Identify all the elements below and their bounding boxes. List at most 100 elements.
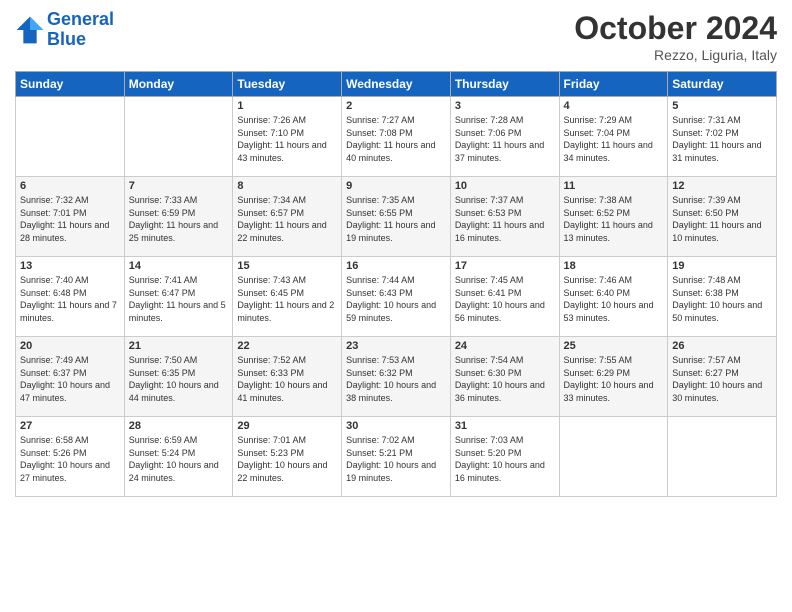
col-header-tuesday: Tuesday (233, 72, 342, 97)
day-info: Sunrise: 7:46 AM Sunset: 6:40 PM Dayligh… (564, 274, 664, 324)
day-info: Sunrise: 7:02 AM Sunset: 5:21 PM Dayligh… (346, 434, 446, 484)
day-cell: 15Sunrise: 7:43 AM Sunset: 6:45 PM Dayli… (233, 257, 342, 337)
logo: General Blue (15, 10, 114, 50)
day-number: 28 (129, 420, 229, 432)
day-cell: 25 Sunrise: 7:55 AM Sunset: 6:29 PM Dayli… (559, 337, 668, 417)
day-info: Sunrise: 7:43 AM Sunset: 6:45 PM Dayligh… (237, 274, 337, 324)
day-number: 3 (455, 100, 555, 112)
week-row-1: 1Sunrise: 7:26 AM Sunset: 7:10 PM Daylig… (16, 97, 777, 177)
day-cell: 27 Sunrise: 6:58 AM Sunset: 5:26 PM Dayli… (16, 417, 125, 497)
day-number: 18 (564, 260, 664, 272)
day-number: 13 (20, 260, 120, 272)
day-cell: 14Sunrise: 7:41 AM Sunset: 6:47 PM Dayli… (124, 257, 233, 337)
day-cell: 20Sunrise: 7:49 AM Sunset: 6:37 PM Dayli… (16, 337, 125, 417)
day-number: 27 (20, 420, 120, 432)
col-header-friday: Friday (559, 72, 668, 97)
day-cell: 21 Sunrise: 7:50 AM Sunset: 6:35 PM Dayli… (124, 337, 233, 417)
day-number: 8 (237, 180, 337, 192)
col-header-thursday: Thursday (450, 72, 559, 97)
day-cell: 2Sunrise: 7:27 AM Sunset: 7:08 PM Daylig… (342, 97, 451, 177)
day-cell: 29 Sunrise: 7:01 AM Sunset: 5:23 PM Dayli… (233, 417, 342, 497)
day-cell: 5 Sunrise: 7:31 AM Sunset: 7:02 PM Daylig… (668, 97, 777, 177)
day-cell: 24 Sunrise: 7:54 AM Sunset: 6:30 PM Dayli… (450, 337, 559, 417)
col-header-monday: Monday (124, 72, 233, 97)
day-number: 10 (455, 180, 555, 192)
day-cell: 18 Sunrise: 7:46 AM Sunset: 6:40 PM Dayli… (559, 257, 668, 337)
col-header-sunday: Sunday (16, 72, 125, 97)
day-number: 12 (672, 180, 772, 192)
day-info: Sunrise: 7:53 AM Sunset: 6:32 PM Dayligh… (346, 354, 446, 404)
day-cell (559, 417, 668, 497)
page: General Blue October 2024 Rezzo, Liguria… (0, 0, 792, 612)
day-info: Sunrise: 7:54 AM Sunset: 6:30 PM Dayligh… (455, 354, 555, 404)
day-info: Sunrise: 7:50 AM Sunset: 6:35 PM Dayligh… (129, 354, 229, 404)
day-info: Sunrise: 7:28 AM Sunset: 7:06 PM Dayligh… (455, 114, 555, 164)
day-number: 7 (129, 180, 229, 192)
week-row-2: 6 Sunrise: 7:32 AM Sunset: 7:01 PM Daylig… (16, 177, 777, 257)
day-cell: 31Sunrise: 7:03 AM Sunset: 5:20 PM Dayli… (450, 417, 559, 497)
calendar-table: SundayMondayTuesdayWednesdayThursdayFrid… (15, 71, 777, 497)
day-cell: 4 Sunrise: 7:29 AM Sunset: 7:04 PM Daylig… (559, 97, 668, 177)
day-info: Sunrise: 7:31 AM Sunset: 7:02 PM Dayligh… (672, 114, 772, 164)
day-info: Sunrise: 7:39 AM Sunset: 6:50 PM Dayligh… (672, 194, 772, 244)
day-info: Sunrise: 7:32 AM Sunset: 7:01 PM Dayligh… (20, 194, 120, 244)
day-cell: 3 Sunrise: 7:28 AM Sunset: 7:06 PM Daylig… (450, 97, 559, 177)
day-number: 29 (237, 420, 337, 432)
day-info: Sunrise: 7:41 AM Sunset: 6:47 PM Dayligh… (129, 274, 229, 324)
day-info: Sunrise: 7:48 AM Sunset: 6:38 PM Dayligh… (672, 274, 772, 324)
day-number: 11 (564, 180, 664, 192)
day-cell: 16 Sunrise: 7:44 AM Sunset: 6:43 PM Dayli… (342, 257, 451, 337)
day-number: 23 (346, 340, 446, 352)
col-header-saturday: Saturday (668, 72, 777, 97)
day-info: Sunrise: 7:57 AM Sunset: 6:27 PM Dayligh… (672, 354, 772, 404)
day-info: Sunrise: 7:37 AM Sunset: 6:53 PM Dayligh… (455, 194, 555, 244)
day-info: Sunrise: 7:38 AM Sunset: 6:52 PM Dayligh… (564, 194, 664, 244)
day-info: Sunrise: 7:26 AM Sunset: 7:10 PM Dayligh… (237, 114, 337, 164)
day-number: 4 (564, 100, 664, 112)
day-number: 21 (129, 340, 229, 352)
day-cell: 26 Sunrise: 7:57 AM Sunset: 6:27 PM Dayli… (668, 337, 777, 417)
day-number: 26 (672, 340, 772, 352)
day-number: 22 (237, 340, 337, 352)
day-info: Sunrise: 6:58 AM Sunset: 5:26 PM Dayligh… (20, 434, 120, 484)
day-cell: 10 Sunrise: 7:37 AM Sunset: 6:53 PM Dayli… (450, 177, 559, 257)
day-info: Sunrise: 7:01 AM Sunset: 5:23 PM Dayligh… (237, 434, 337, 484)
day-number: 16 (346, 260, 446, 272)
week-row-4: 20Sunrise: 7:49 AM Sunset: 6:37 PM Dayli… (16, 337, 777, 417)
header-row: SundayMondayTuesdayWednesdayThursdayFrid… (16, 72, 777, 97)
header: General Blue October 2024 Rezzo, Liguria… (15, 10, 777, 63)
day-cell: 17 Sunrise: 7:45 AM Sunset: 6:41 PM Dayli… (450, 257, 559, 337)
day-cell: 23 Sunrise: 7:53 AM Sunset: 6:32 PM Dayli… (342, 337, 451, 417)
day-cell: 22Sunrise: 7:52 AM Sunset: 6:33 PM Dayli… (233, 337, 342, 417)
month-title: October 2024 (574, 10, 777, 47)
day-number: 24 (455, 340, 555, 352)
day-number: 6 (20, 180, 120, 192)
day-number: 25 (564, 340, 664, 352)
day-info: Sunrise: 6:59 AM Sunset: 5:24 PM Dayligh… (129, 434, 229, 484)
day-info: Sunrise: 7:55 AM Sunset: 6:29 PM Dayligh… (564, 354, 664, 404)
day-number: 17 (455, 260, 555, 272)
day-cell: 9Sunrise: 7:35 AM Sunset: 6:55 PM Daylig… (342, 177, 451, 257)
day-info: Sunrise: 7:40 AM Sunset: 6:48 PM Dayligh… (20, 274, 120, 324)
day-info: Sunrise: 7:34 AM Sunset: 6:57 PM Dayligh… (237, 194, 337, 244)
logo-icon (15, 15, 45, 45)
title-block: October 2024 Rezzo, Liguria, Italy (574, 10, 777, 63)
day-cell: 12 Sunrise: 7:39 AM Sunset: 6:50 PM Dayli… (668, 177, 777, 257)
day-info: Sunrise: 7:03 AM Sunset: 5:20 PM Dayligh… (455, 434, 555, 484)
day-info: Sunrise: 7:29 AM Sunset: 7:04 PM Dayligh… (564, 114, 664, 164)
day-cell: 8 Sunrise: 7:34 AM Sunset: 6:57 PM Daylig… (233, 177, 342, 257)
day-info: Sunrise: 7:45 AM Sunset: 6:41 PM Dayligh… (455, 274, 555, 324)
day-cell: 1Sunrise: 7:26 AM Sunset: 7:10 PM Daylig… (233, 97, 342, 177)
location-title: Rezzo, Liguria, Italy (574, 47, 777, 63)
day-cell: 30Sunrise: 7:02 AM Sunset: 5:21 PM Dayli… (342, 417, 451, 497)
logo-text: General Blue (47, 10, 114, 50)
day-info: Sunrise: 7:49 AM Sunset: 6:37 PM Dayligh… (20, 354, 120, 404)
week-row-5: 27 Sunrise: 6:58 AM Sunset: 5:26 PM Dayli… (16, 417, 777, 497)
week-row-3: 13 Sunrise: 7:40 AM Sunset: 6:48 PM Dayli… (16, 257, 777, 337)
day-number: 5 (672, 100, 772, 112)
day-cell: 28 Sunrise: 6:59 AM Sunset: 5:24 PM Dayli… (124, 417, 233, 497)
day-info: Sunrise: 7:44 AM Sunset: 6:43 PM Dayligh… (346, 274, 446, 324)
day-cell (124, 97, 233, 177)
day-cell: 19Sunrise: 7:48 AM Sunset: 6:38 PM Dayli… (668, 257, 777, 337)
col-header-wednesday: Wednesday (342, 72, 451, 97)
